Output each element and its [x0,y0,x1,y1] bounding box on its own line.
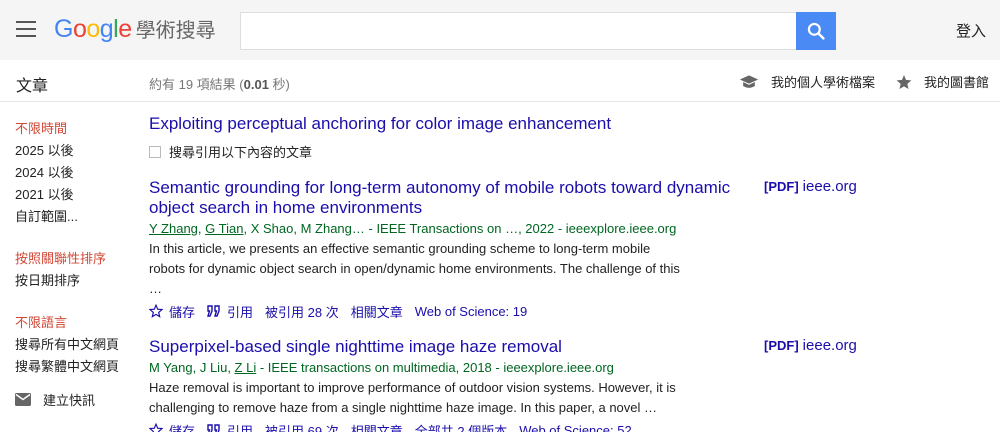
filter-time-custom[interactable]: 自訂範圍... [15,206,135,228]
search-within-citing-checkbox[interactable] [149,145,161,158]
search-within-citing-label[interactable]: 搜尋引用以下內容的文章 [169,142,312,161]
login-link[interactable]: 登入 [956,20,986,41]
cited-article: Exploiting perceptual anchoring for colo… [149,114,999,161]
sort-by-date[interactable]: 按日期排序 [15,270,135,292]
logo-letter: g [99,15,114,43]
mail-icon [15,393,31,406]
star-icon [896,74,912,90]
author-name: M Yang [149,360,193,375]
cite-button[interactable]: 引用 [207,302,253,321]
result-meta: M Yang, J Liu, Z Li - IEEE transactions … [149,360,614,375]
create-alert-label: 建立快訊 [43,393,96,408]
cite-label: 引用 [227,304,254,320]
stats-suffix: 秒) [268,77,290,92]
search-input[interactable] [241,13,796,49]
result-title[interactable]: Superpixel-based single nighttime image … [149,337,749,357]
quote-icon [207,424,221,432]
snippet-line: In this article, we presents an effectiv… [149,241,651,256]
result-source: - IEEE transactions on multimedia, 2018 … [256,360,614,375]
filter-lang-simplified[interactable]: 搜尋所有中文網頁 [15,334,135,356]
my-library-link[interactable]: 我的圖書館 [896,72,989,91]
related-articles-link[interactable]: 相關文章 [351,421,403,432]
logo-letter: e [118,15,132,43]
pdf-link[interactable]: [PDF] ieee.org [764,178,857,195]
result-snippet: Haze removal is important to improve per… [149,378,694,418]
star-outline-icon [149,423,163,432]
pdf-tag: [PDF] [764,179,799,194]
save-button[interactable]: 儲存 [149,302,195,321]
save-button[interactable]: 儲存 [149,421,195,432]
snippet-line: robots for dynamic object search in open… [149,261,680,296]
quote-icon [207,305,221,317]
result-item: Semantic grounding for long-term autonom… [149,178,999,320]
web-of-science-link[interactable]: Web of Science: 52 [519,423,632,432]
snippet-line: challenging to remove haze from a single… [149,400,658,415]
search-box [240,12,796,50]
pdf-tag: [PDF] [764,338,799,353]
web-of-science-link[interactable]: Web of Science: 19 [415,304,528,319]
author-name: X Shao [250,221,294,236]
author-name: M Zhang… [300,221,365,236]
save-label: 儲存 [169,304,196,320]
filter-lang-any[interactable]: 不限語言 [15,312,135,334]
google-logo-text: Google [54,15,132,44]
my-profile-link[interactable]: 我的個人學術檔案 [739,72,875,91]
cited-article-title[interactable]: Exploiting perceptual anchoring for colo… [149,114,849,134]
search-button[interactable] [796,12,836,50]
result-snippet: In this article, we presents an effectiv… [149,239,694,299]
result-actions: 儲存 引用 被引用 28 次 相關文章 Web of Science: 19 [149,302,999,320]
create-alert-link[interactable]: 建立快訊 [15,390,135,409]
top-bar: Google 學術搜尋 登入 [0,0,1000,60]
filter-time-2021[interactable]: 2021 以後 [15,184,135,206]
filter-lang-traditional[interactable]: 搜尋繁體中文網頁 [15,356,135,378]
result-actions: 儲存 引用 被引用 69 次 相關文章 全部共 2 個版本 Web of Sci… [149,421,999,432]
stats-time: 0.01 [243,77,269,92]
my-library-label: 我的圖書館 [924,75,990,90]
results-list: Exploiting perceptual anchoring for colo… [149,114,999,432]
save-label: 儲存 [169,423,196,432]
stats-prefix: 約有 19 項結果 ( [149,77,244,92]
author-link[interactable]: Y Zhang [149,221,198,236]
cited-by-link[interactable]: 被引用 69 次 [265,421,339,432]
star-outline-icon [149,304,163,318]
sort-by-relevance[interactable]: 按照關聯性排序 [15,248,135,270]
author-name: J Liu [199,360,228,375]
scholar-logo[interactable]: Google 學術搜尋 [54,14,216,46]
filter-time-2025[interactable]: 2025 以後 [15,140,135,162]
pdf-source: ieee.org [802,178,857,195]
section-title[interactable]: 文章 [16,72,48,96]
cite-button[interactable]: 引用 [207,421,253,432]
author-link[interactable]: Z Li [235,360,257,375]
results-bar: 文章 約有 19 項結果 (0.01 秒) 我的個人學術檔案 我的圖書館 [0,60,1000,102]
cite-label: 引用 [227,423,254,432]
result-title[interactable]: Semantic grounding for long-term autonom… [149,178,749,218]
author-link[interactable]: G Tian [205,221,243,236]
logo-letter: o [86,15,100,43]
logo-letter: G [54,15,73,43]
all-versions-link[interactable]: 全部共 2 個版本 [415,421,507,432]
search-icon [807,22,825,40]
menu-icon[interactable] [16,21,36,37]
logo-suffix: 學術搜尋 [135,18,216,42]
related-articles-link[interactable]: 相關文章 [351,302,403,321]
cited-by-link[interactable]: 被引用 28 次 [265,302,339,321]
search-within-citing: 搜尋引用以下內容的文章 [149,142,999,161]
result-item: Superpixel-based single nighttime image … [149,337,999,432]
graduation-cap-icon [739,73,759,91]
result-meta: Y Zhang, G Tian, X Shao, M Zhang… - IEEE… [149,221,677,236]
filter-time-2024[interactable]: 2024 以後 [15,162,135,184]
sidebar: 不限時間 2025 以後 2024 以後 2021 以後 自訂範圍... 按照關… [15,118,135,409]
my-profile-label: 我的個人學術檔案 [771,75,876,90]
logo-letter: o [72,15,87,43]
snippet-line: Haze removal is important to improve per… [149,380,676,395]
result-source: - IEEE Transactions on …, 2022 - ieeexpl… [364,221,677,236]
pdf-source: ieee.org [802,337,857,354]
result-stats: 約有 19 項結果 (0.01 秒) [149,74,290,93]
filter-time-any[interactable]: 不限時間 [15,118,135,140]
pdf-link[interactable]: [PDF] ieee.org [764,337,857,354]
